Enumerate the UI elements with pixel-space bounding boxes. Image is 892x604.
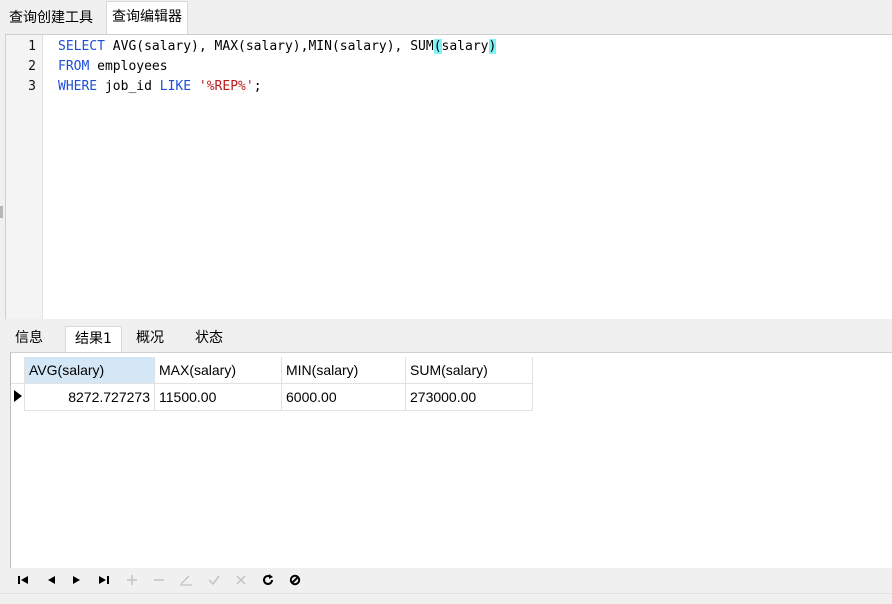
first-record-icon[interactable] xyxy=(14,571,32,589)
last-record-icon[interactable] xyxy=(95,571,113,589)
grid-corner xyxy=(11,357,25,384)
matched-bracket: ( xyxy=(433,39,442,54)
table-cell[interactable]: 8272.727273 xyxy=(25,384,155,411)
next-record-icon[interactable] xyxy=(68,571,86,589)
prev-record-icon[interactable] xyxy=(42,571,60,589)
tab-info[interactable]: 信息 xyxy=(6,326,52,351)
add-record-icon[interactable] xyxy=(123,571,141,589)
code-line[interactable]: SELECT AVG(salary), MAX(salary),MIN(sala… xyxy=(58,39,497,54)
line-number-gutter: 1 2 3 xyxy=(6,35,43,319)
tab-profile[interactable]: 概况 xyxy=(127,326,173,351)
sql-keyword: LIKE xyxy=(159,79,192,94)
sql-token: employees xyxy=(89,59,168,74)
result-tab-bar: 信息 结果1 概况 状态 xyxy=(0,321,892,352)
tab-query-builder[interactable]: 查询创建工具 xyxy=(4,4,98,33)
sql-token: job_id xyxy=(97,79,160,94)
column-header[interactable]: MIN(salary) xyxy=(282,357,406,384)
status-strip xyxy=(0,593,892,604)
table-cell[interactable]: 11500.00 xyxy=(155,384,282,411)
sql-editor[interactable]: 1 2 3 SELECT AVG(salary), MAX(salary),MI… xyxy=(5,34,892,319)
refresh-icon[interactable] xyxy=(259,571,277,589)
column-header[interactable]: MAX(salary) xyxy=(155,357,282,384)
current-row-icon xyxy=(14,390,22,402)
splitter-handle[interactable] xyxy=(0,206,3,218)
cancel-icon[interactable] xyxy=(232,571,250,589)
sql-keyword: FROM xyxy=(58,59,90,74)
sql-token: salary xyxy=(441,39,489,54)
sql-string: '%REP%' xyxy=(198,79,254,94)
line-number: 1 xyxy=(28,39,36,54)
result-grid[interactable]: AVG(salary) MAX(salary) MIN(salary) SUM(… xyxy=(10,352,892,568)
column-header[interactable]: AVG(salary) xyxy=(25,357,155,384)
edit-record-icon[interactable] xyxy=(177,571,195,589)
apply-icon[interactable] xyxy=(205,571,223,589)
line-number: 2 xyxy=(28,59,36,74)
matched-bracket: ) xyxy=(488,39,497,54)
tab-result-1[interactable]: 结果1 xyxy=(65,326,122,352)
code-line[interactable]: WHERE job_id LIKE '%REP%'; xyxy=(58,79,262,94)
sql-keyword: WHERE xyxy=(58,79,98,94)
sql-token: ; xyxy=(253,79,262,94)
tab-status[interactable]: 状态 xyxy=(186,326,232,351)
table-cell[interactable]: 273000.00 xyxy=(406,384,533,411)
line-number: 3 xyxy=(28,79,36,94)
tab-query-editor[interactable]: 查询编辑器 xyxy=(106,1,188,34)
stop-icon[interactable] xyxy=(286,571,304,589)
delete-record-icon[interactable] xyxy=(150,571,168,589)
query-tab-bar: 查询创建工具 查询编辑器 xyxy=(0,0,892,34)
sql-token: AVG(salary), MAX(salary),MIN(salary), SU… xyxy=(104,39,434,54)
record-navigation-bar xyxy=(0,568,892,593)
sql-keyword: SELECT xyxy=(58,39,105,54)
column-header[interactable]: SUM(salary) xyxy=(406,357,533,384)
code-line[interactable]: FROM employees xyxy=(58,59,168,74)
table-cell[interactable]: 6000.00 xyxy=(282,384,406,411)
